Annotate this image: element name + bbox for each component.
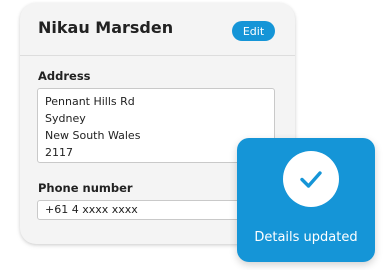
address-line: New South Wales — [45, 129, 141, 142]
phone-value: +61 4 xxxx xxxx — [45, 203, 138, 216]
edit-button[interactable]: Edit — [232, 21, 275, 41]
check-icon — [283, 151, 339, 207]
address-label: Address — [38, 69, 91, 83]
success-toast: Details updated — [237, 138, 375, 262]
profile-name: Nikau Marsden — [38, 18, 174, 37]
phone-label: Phone number — [38, 181, 133, 195]
address-line: Sydney — [45, 112, 86, 125]
address-line: Pennant Hills Rd — [45, 95, 135, 108]
divider — [20, 55, 295, 56]
address-line: 2117 — [45, 146, 73, 159]
toast-message: Details updated — [254, 230, 358, 245]
